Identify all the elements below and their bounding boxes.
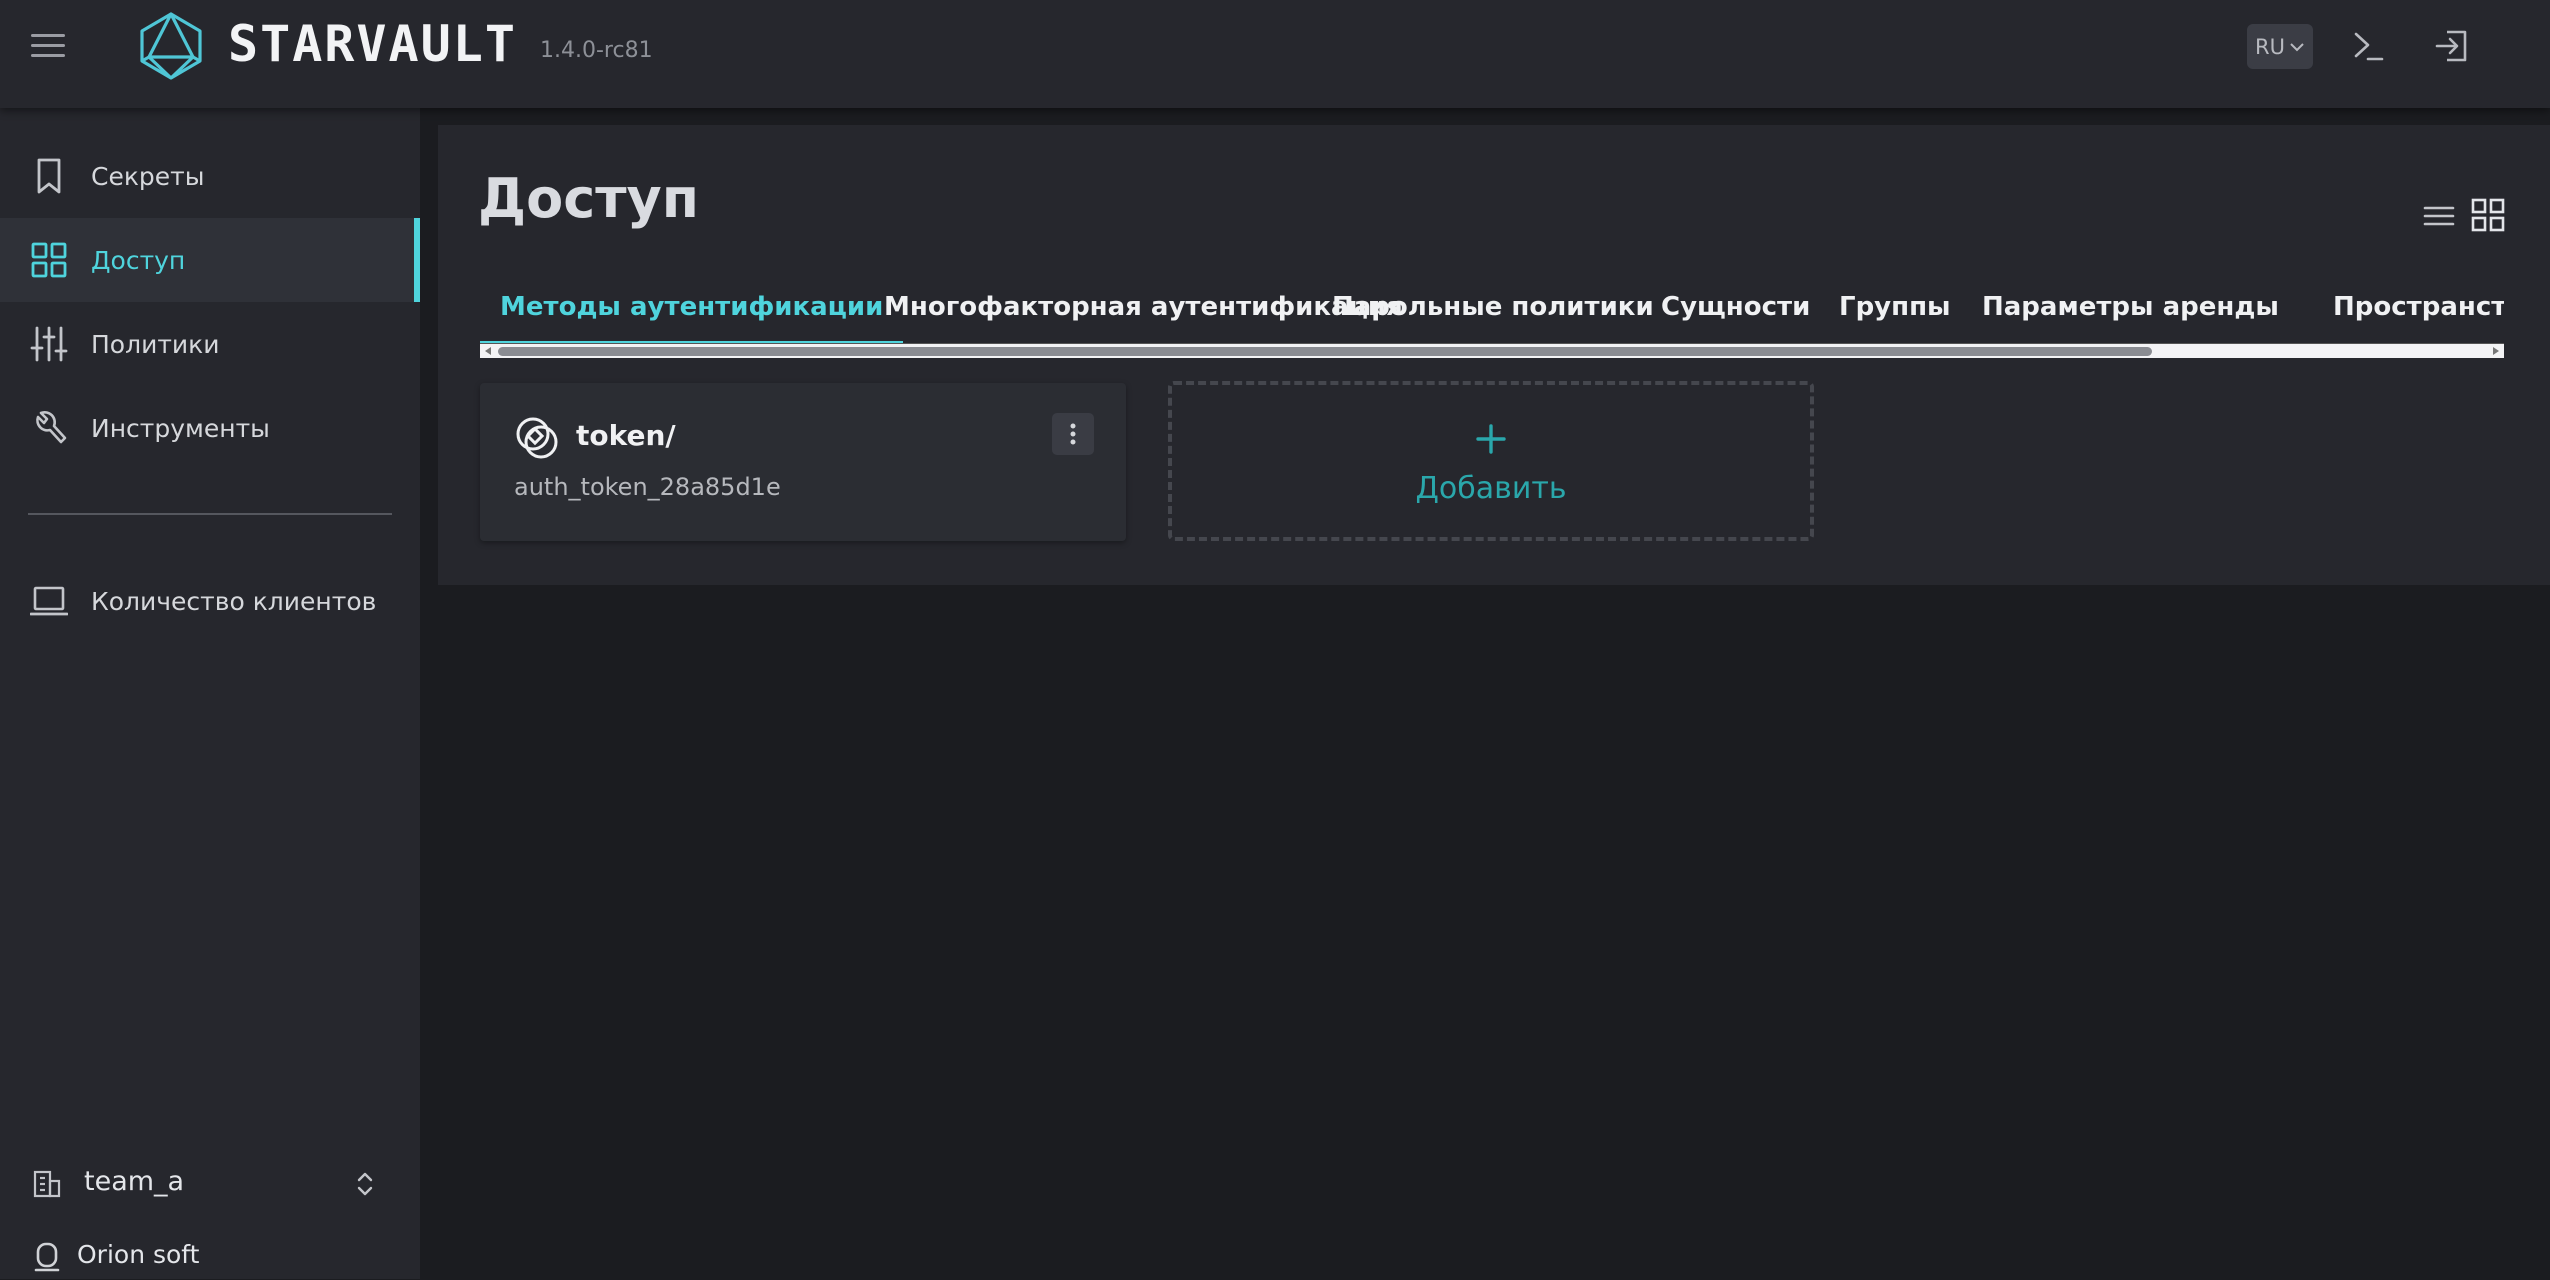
namespace-label: team_a [84, 1166, 185, 1197]
auth-method-accessor: auth_token_28a85d1e [514, 473, 781, 501]
tab-namespaces[interactable]: Пространства имён [2333, 275, 2504, 343]
starvault-logo[interactable] [139, 11, 203, 81]
brand-name: STARVAULT [228, 15, 517, 73]
chevron-up-down-icon [357, 1172, 373, 1196]
more-vertical-icon [1070, 423, 1076, 445]
scroll-right-icon[interactable] [2493, 347, 2499, 355]
laptop-icon [30, 586, 68, 616]
bookmark-icon [37, 158, 61, 194]
auth-method-path: token/ [576, 419, 676, 452]
menu-icon[interactable] [29, 30, 69, 62]
plus-icon [1476, 424, 1506, 454]
tab-auth-methods[interactable]: Методы аутентификации [480, 275, 904, 343]
add-auth-method-button[interactable]: Добавить [1168, 381, 1814, 541]
terminal-icon[interactable] [2350, 28, 2386, 64]
sidebar-item-clients[interactable]: Количество клиентов [0, 559, 420, 643]
sidebar-item-tools[interactable]: Инструменты [0, 386, 420, 470]
organization-name: Orion soft [77, 1240, 200, 1269]
page-title: Доступ [478, 167, 700, 230]
language-select[interactable]: RU [2247, 24, 2313, 69]
grid-view-icon[interactable] [2471, 198, 2505, 232]
sidebar-item-label: Секреты [91, 161, 205, 191]
tab-groups[interactable]: Группы [1839, 275, 1951, 343]
tab-entities[interactable]: Сущности [1661, 275, 1810, 343]
language-label: RU [2255, 34, 2285, 59]
main-content: Доступ Методы аутентификации Многофактор… [438, 125, 2550, 585]
app-version: 1.4.0-rc81 [540, 38, 653, 63]
sidebar-item-label: Инструменты [91, 413, 270, 443]
organization: Orion soft [0, 1230, 420, 1280]
auth-method-card[interactable]: token/ auth_token_28a85d1e [480, 383, 1126, 541]
list-view-icon[interactable] [2423, 201, 2455, 231]
tab-leases[interactable]: Параметры аренды [1982, 275, 2279, 343]
add-label: Добавить [1415, 471, 1567, 506]
sidebar-item-access[interactable]: Доступ [0, 218, 420, 302]
sliders-icon [30, 326, 68, 362]
chevron-down-icon [2290, 42, 2304, 51]
sidebar-divider [28, 513, 392, 515]
sidebar-item-label: Доступ [91, 245, 186, 275]
logout-icon[interactable] [2434, 28, 2470, 64]
grid-icon [31, 242, 67, 278]
wrench-icon [36, 411, 67, 444]
tab-mfa[interactable]: Многофакторная аутентификация [884, 275, 1403, 343]
sidebar-item-label: Политики [91, 329, 220, 359]
scrollbar-thumb[interactable] [498, 347, 2152, 356]
sidebar-item-policies[interactable]: Политики [0, 302, 420, 386]
namespace-selector[interactable]: team_a [0, 1154, 420, 1214]
sidebar-item-label: Количество клиентов [91, 586, 377, 616]
top-header: STARVAULT 1.4.0-rc81 RU [0, 0, 2550, 108]
sidebar-item-secrets[interactable]: Секреты [0, 134, 420, 218]
building-icon [33, 1170, 61, 1198]
tabs-scrollbar[interactable] [480, 343, 2504, 358]
scroll-left-icon[interactable] [485, 347, 491, 355]
orion-logo-icon [34, 1242, 60, 1272]
sidebar: Секреты Доступ Политики Инструменты Коли… [0, 108, 420, 1279]
card-menu-button[interactable] [1052, 413, 1094, 455]
token-icon [516, 417, 558, 459]
tab-password-policies[interactable]: Парольные политики [1332, 275, 1654, 343]
tab-bar: Методы аутентификации Многофакторная аут… [480, 275, 2504, 343]
